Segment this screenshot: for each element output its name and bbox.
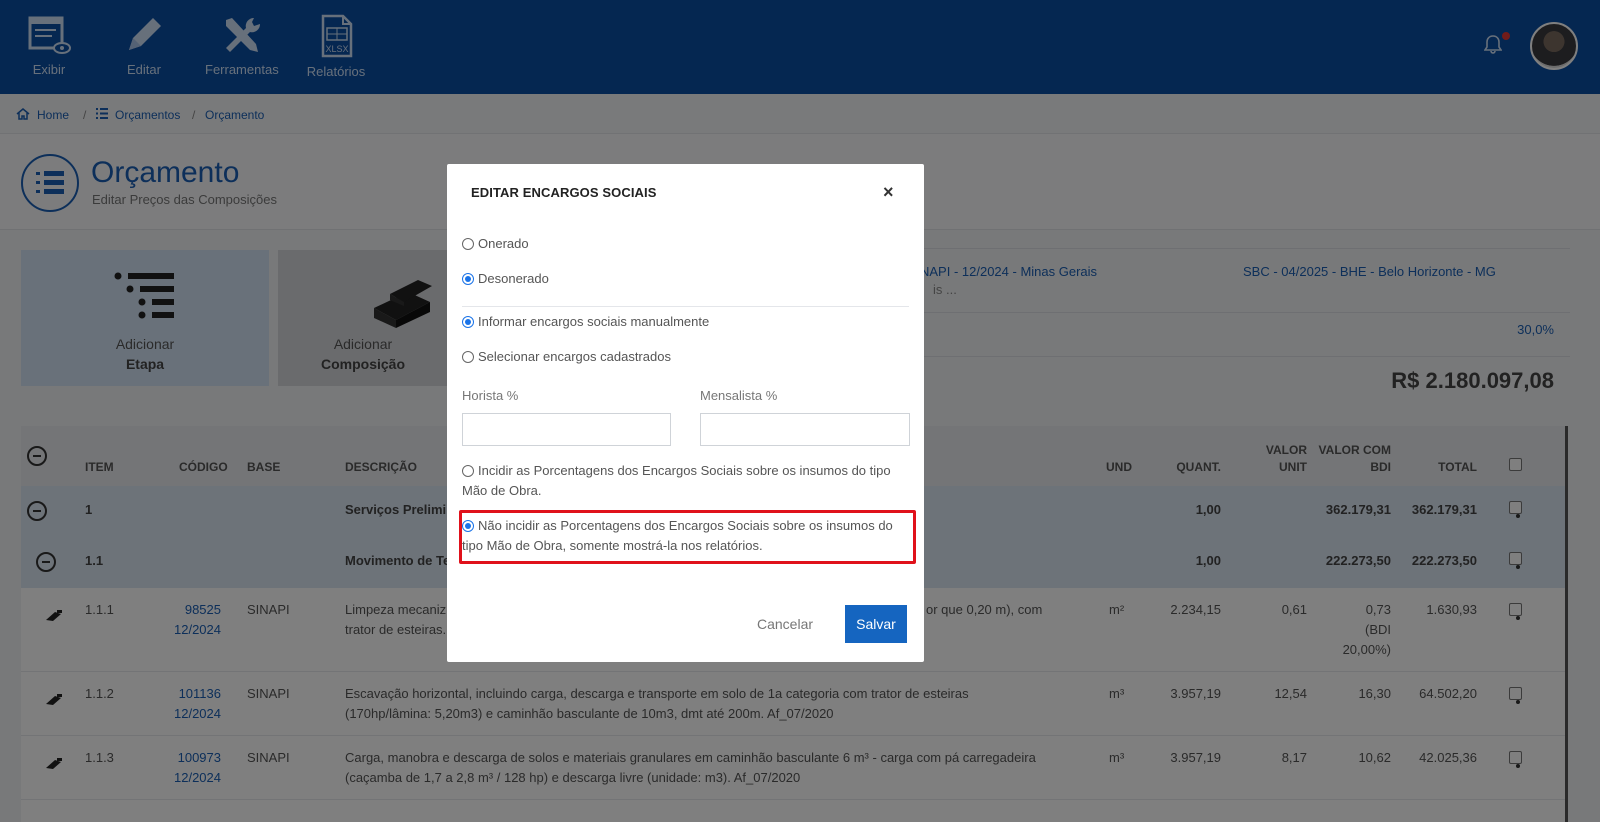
mensalista-input[interactable] — [700, 413, 910, 446]
label-manual[interactable]: Informar encargos sociais manualmente — [478, 312, 709, 332]
label-nao-incidir-2[interactable]: tipo Mão de Obra, somente mostrá-la nos … — [462, 536, 763, 556]
radio-manual[interactable] — [462, 316, 474, 328]
horista-input[interactable] — [462, 413, 671, 446]
label-horista: Horista % — [462, 388, 519, 403]
radio-incidir[interactable] — [462, 465, 474, 477]
label-incidir-1[interactable]: Incidir as Porcentagens dos Encargos Soc… — [478, 461, 891, 481]
radio-onerado[interactable] — [462, 238, 474, 250]
cancel-button[interactable]: Cancelar — [757, 616, 813, 632]
save-button[interactable]: Salvar — [845, 605, 907, 643]
label-desonerado[interactable]: Desonerado — [478, 269, 549, 289]
label-mensalista: Mensalista % — [700, 388, 778, 403]
edit-social-charges-modal: EDITAR ENCARGOS SOCIAIS × Onerado Desone… — [447, 164, 924, 662]
label-cadastrados[interactable]: Selecionar encargos cadastrados — [478, 347, 671, 367]
label-onerado[interactable]: Onerado — [478, 234, 529, 254]
radio-nao-incidir[interactable] — [462, 520, 474, 532]
label-incidir-2[interactable]: Mão de Obra. — [462, 481, 542, 501]
modal-divider — [462, 306, 909, 307]
radio-cadastrados[interactable] — [462, 351, 474, 363]
radio-desonerado[interactable] — [462, 273, 474, 285]
label-nao-incidir-1[interactable]: Não incidir as Porcentagens dos Encargos… — [478, 516, 893, 536]
close-icon[interactable]: × — [883, 182, 894, 203]
modal-title: EDITAR ENCARGOS SOCIAIS — [471, 185, 657, 200]
